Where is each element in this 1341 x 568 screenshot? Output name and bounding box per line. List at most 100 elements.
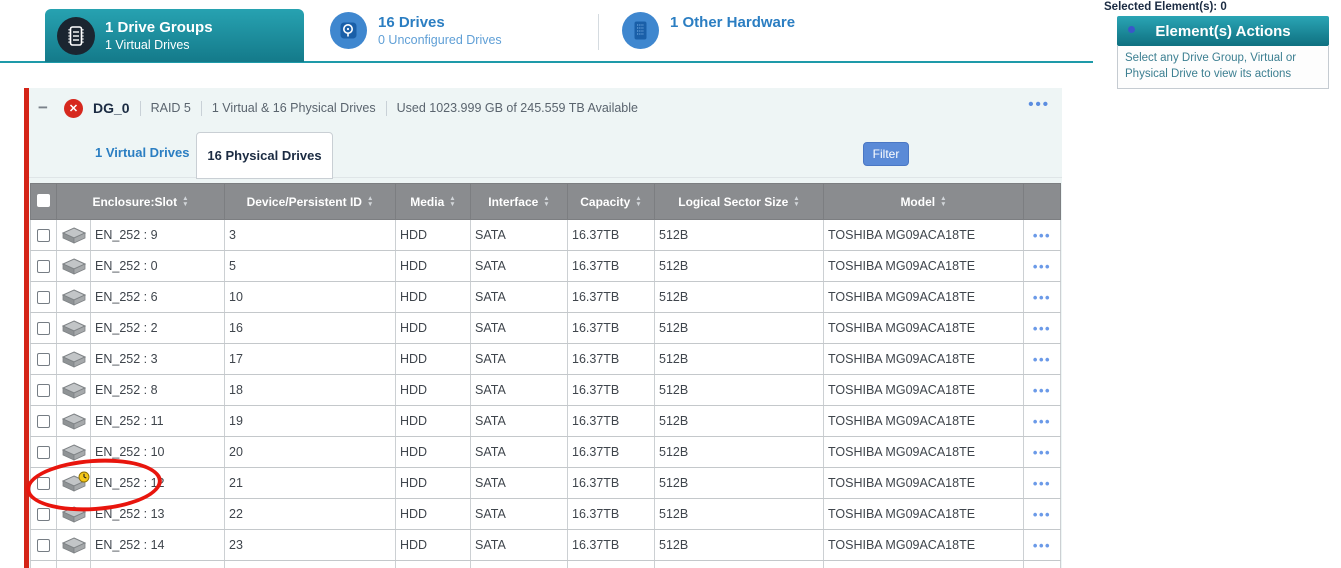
capacity-cell: 16.37TB bbox=[568, 344, 655, 375]
tab-other-hardware[interactable]: 1 Other Hardware bbox=[622, 12, 795, 49]
row-checkbox[interactable] bbox=[37, 446, 50, 459]
row-menu-cell: ••• bbox=[1024, 282, 1061, 313]
table-row: EN_252 : 3 17 HDD SATA 16.37TB 512B TOSH… bbox=[31, 344, 1061, 375]
device-id-cell: 23 bbox=[225, 530, 396, 561]
collapse-icon[interactable]: − bbox=[38, 98, 54, 118]
drive-icon bbox=[62, 413, 86, 430]
tab-drive-groups[interactable]: 1 Drive Groups 1 Virtual Drives bbox=[45, 9, 304, 62]
media-cell: HDD bbox=[396, 437, 471, 468]
model-cell: TOSHIBA MG09ACA18TE bbox=[824, 499, 1024, 530]
checkbox-cell bbox=[31, 220, 57, 251]
tab-drives[interactable]: 16 Drives 0 Unconfigured Drives bbox=[330, 12, 502, 49]
checkbox-cell bbox=[31, 437, 57, 468]
hint-line-1: Select any Drive Group, Virtual or bbox=[1125, 50, 1328, 66]
interface-cell: SATA bbox=[471, 530, 568, 561]
interface-cell: SATA bbox=[471, 344, 568, 375]
drive-group-actions-menu[interactable]: ••• bbox=[1028, 96, 1050, 113]
row-actions-menu[interactable]: ••• bbox=[1033, 538, 1051, 553]
row-checkbox[interactable] bbox=[37, 353, 50, 366]
physical-drives-table: Enclosure:Slot▲▼ Device/Persistent ID▲▼ … bbox=[30, 183, 1061, 568]
row-menu-cell: ••• bbox=[1024, 220, 1061, 251]
device-id-cell: 20 bbox=[225, 437, 396, 468]
column-header-sector-size[interactable]: Logical Sector Size▲▼ bbox=[655, 184, 824, 220]
drive-icon-cell bbox=[57, 468, 91, 499]
select-all-checkbox[interactable] bbox=[37, 194, 50, 207]
row-actions-menu[interactable]: ••• bbox=[1033, 383, 1051, 398]
sort-icon: ▲▼ bbox=[940, 196, 946, 207]
device-id-cell: 17 bbox=[225, 344, 396, 375]
media-cell: HDD bbox=[396, 530, 471, 561]
device-id-cell: 18 bbox=[225, 375, 396, 406]
row-checkbox[interactable] bbox=[37, 229, 50, 242]
capacity-cell: 16.37TB bbox=[568, 406, 655, 437]
table-row: EN_252 : 11 19 HDD SATA 16.37TB 512B TOS… bbox=[31, 406, 1061, 437]
row-actions-menu[interactable]: ••• bbox=[1033, 259, 1051, 274]
column-header-capacity[interactable]: Capacity▲▼ bbox=[568, 184, 655, 220]
device-id-cell: 10 bbox=[225, 282, 396, 313]
subtab-row: 1 Virtual Drives 16 Physical Drives Filt… bbox=[29, 131, 1062, 178]
tab-separator bbox=[598, 14, 599, 50]
interface-cell: SATA bbox=[471, 282, 568, 313]
table-row: EN_252 : 9 3 HDD SATA 16.37TB 512B TOSHI… bbox=[31, 220, 1061, 251]
tab-drives-title: 16 Drives bbox=[378, 14, 502, 32]
row-actions-menu[interactable]: ••• bbox=[1033, 290, 1051, 305]
enclosure-slot-cell: EN_252 : 12 bbox=[91, 468, 225, 499]
drive-icon bbox=[62, 537, 86, 554]
sector-size-cell: 512B bbox=[655, 437, 824, 468]
sector-size-cell: 512B bbox=[655, 313, 824, 344]
row-menu-cell: ••• bbox=[1024, 468, 1061, 499]
row-checkbox[interactable] bbox=[37, 415, 50, 428]
column-header-model[interactable]: Model▲▼ bbox=[824, 184, 1024, 220]
capacity-cell: 16.37TB bbox=[568, 313, 655, 344]
row-menu-cell: ••• bbox=[1024, 530, 1061, 561]
row-checkbox[interactable] bbox=[37, 477, 50, 490]
model-cell: TOSHIBA MG09ACA18TE bbox=[824, 468, 1024, 499]
filter-button[interactable]: Filter bbox=[863, 142, 909, 166]
row-checkbox[interactable] bbox=[37, 508, 50, 521]
tab-physical-drives[interactable]: 16 Physical Drives bbox=[196, 132, 333, 179]
interface-cell: SATA bbox=[471, 468, 568, 499]
model-cell: TOSHIBA MG09ACA18TE bbox=[824, 251, 1024, 282]
tab-virtual-drives[interactable]: 1 Virtual Drives bbox=[95, 145, 189, 160]
row-checkbox[interactable] bbox=[37, 260, 50, 273]
table-row: EN_252 : 13 22 HDD SATA 16.37TB 512B TOS… bbox=[31, 499, 1061, 530]
device-id-cell: 16 bbox=[225, 313, 396, 344]
sector-size-cell: 512B bbox=[655, 344, 824, 375]
elements-actions-button[interactable]: Element(s) Actions bbox=[1117, 16, 1329, 46]
sector-size-cell: 512B bbox=[655, 530, 824, 561]
row-checkbox[interactable] bbox=[37, 539, 50, 552]
sector-size-cell: 512B bbox=[655, 468, 824, 499]
interface-cell: SATA bbox=[471, 375, 568, 406]
column-header-enclosure-slot[interactable]: Enclosure:Slot▲▼ bbox=[57, 184, 225, 220]
column-header-interface[interactable]: Interface▲▼ bbox=[471, 184, 568, 220]
table-cell bbox=[91, 561, 225, 568]
row-actions-menu[interactable]: ••• bbox=[1033, 445, 1051, 460]
enclosure-slot-cell: EN_252 : 11 bbox=[91, 406, 225, 437]
capacity-cell: 16.37TB bbox=[568, 251, 655, 282]
row-actions-menu[interactable]: ••• bbox=[1033, 352, 1051, 367]
device-id-cell: 5 bbox=[225, 251, 396, 282]
row-actions-menu[interactable]: ••• bbox=[1033, 228, 1051, 243]
drive-group-name: DG_0 bbox=[93, 100, 130, 116]
row-checkbox[interactable] bbox=[37, 322, 50, 335]
sector-size-cell: 512B bbox=[655, 499, 824, 530]
row-checkbox[interactable] bbox=[37, 291, 50, 304]
enclosure-slot-cell: EN_252 : 13 bbox=[91, 499, 225, 530]
enclosure-slot-cell: EN_252 : 0 bbox=[91, 251, 225, 282]
column-header-device-id[interactable]: Device/Persistent ID▲▼ bbox=[225, 184, 396, 220]
model-cell: TOSHIBA MG09ACA18TE bbox=[824, 375, 1024, 406]
row-actions-menu[interactable]: ••• bbox=[1033, 476, 1051, 491]
hint-line-2: Physical Drive to view its actions bbox=[1125, 66, 1328, 82]
column-header-media[interactable]: Media▲▼ bbox=[396, 184, 471, 220]
row-actions-menu[interactable]: ••• bbox=[1033, 321, 1051, 336]
row-actions-menu[interactable]: ••• bbox=[1033, 414, 1051, 429]
divider bbox=[140, 101, 141, 116]
table-cell bbox=[31, 561, 57, 568]
media-cell: HDD bbox=[396, 468, 471, 499]
row-checkbox[interactable] bbox=[37, 384, 50, 397]
drive-icon-cell bbox=[57, 530, 91, 561]
row-actions-menu[interactable]: ••• bbox=[1033, 507, 1051, 522]
checkbox-cell bbox=[31, 406, 57, 437]
raid-controller-icon bbox=[57, 17, 95, 55]
row-menu-cell: ••• bbox=[1024, 499, 1061, 530]
